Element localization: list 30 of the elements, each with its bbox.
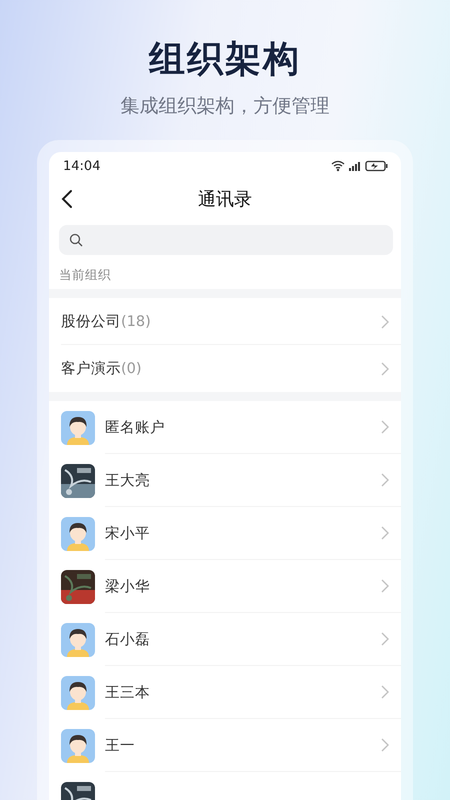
search-icon — [69, 233, 83, 247]
chevron-icon — [381, 685, 389, 699]
chevron-icon — [381, 579, 389, 593]
subtitle: 集成组织架构，方便管理 — [120, 94, 330, 118]
contact-name: 王三本 — [105, 684, 150, 702]
chevron-icon — [381, 362, 389, 376]
contact-name: 王一 — [105, 736, 135, 754]
avatar-icon — [61, 622, 95, 656]
chevron-icon — [381, 738, 389, 752]
chevron-icon — [381, 632, 389, 646]
avatar-icon — [61, 516, 95, 550]
search-field[interactable] — [59, 225, 393, 255]
contact-name: 石小磊 — [105, 630, 150, 648]
chevron-icon — [381, 420, 389, 434]
avatar-icon — [61, 410, 95, 444]
screen-title: 通讯录 — [198, 188, 252, 211]
avatar-icon — [61, 676, 95, 710]
contact-name: 宋小平 — [105, 524, 150, 542]
contact-name: 梁小华 — [105, 578, 150, 596]
back-icon[interactable] — [61, 189, 73, 209]
section-label: 当前组织 — [58, 266, 112, 284]
chevron-icon — [381, 526, 389, 540]
status-icons — [331, 160, 389, 172]
contact-name: 匿名账户 — [105, 418, 165, 436]
avatar-icon — [61, 728, 95, 762]
chevron-icon — [381, 314, 389, 328]
headline: 组织架构 — [149, 38, 301, 82]
chevron-icon — [381, 473, 389, 487]
status-time: 14:04 — [63, 158, 100, 174]
contact-name: 王大亮 — [105, 472, 150, 490]
